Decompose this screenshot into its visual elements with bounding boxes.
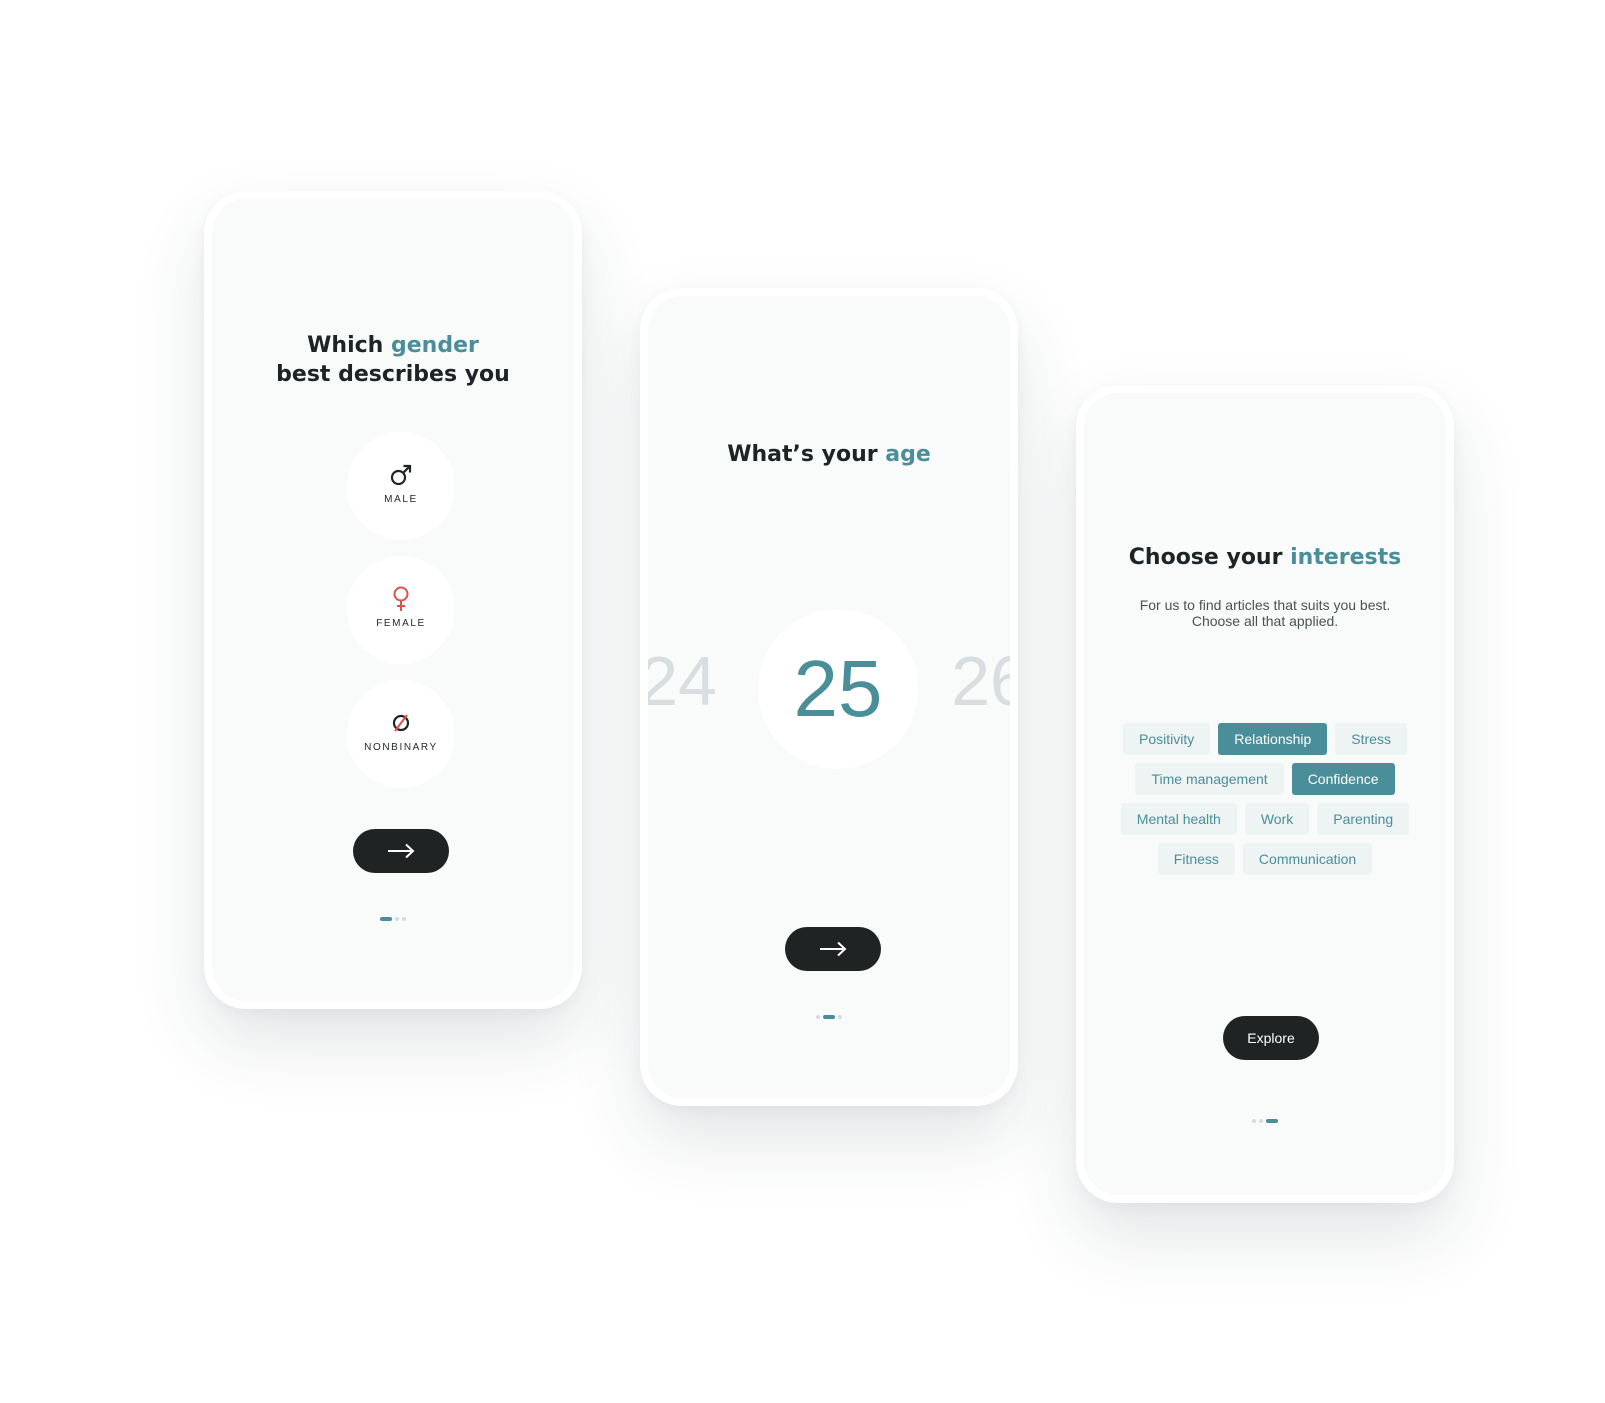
pagination-dot (395, 917, 399, 921)
age-next[interactable]: 26 (930, 641, 1010, 721)
interest-chip-positivity[interactable]: Positivity (1123, 723, 1211, 755)
interest-chip-relationship[interactable]: Relationship (1218, 723, 1328, 755)
gender-option-male[interactable]: MALE (347, 432, 455, 540)
gender-option-label: NONBINARY (364, 742, 438, 753)
interest-chips: Positivity Relationship Stress Time mana… (1114, 723, 1416, 875)
interests-subtitle-line2: Choose all that applied. (1191, 613, 1339, 629)
pagination-dot-active (1266, 1119, 1278, 1123)
pagination-dot (838, 1015, 842, 1019)
age-title-accent: age (885, 442, 931, 467)
gender-option-female[interactable]: FEMALE (347, 556, 455, 664)
pagination-dots (212, 917, 574, 921)
pagination-dots (648, 1015, 1010, 1019)
next-button[interactable] (785, 927, 881, 971)
interest-chip-parenting[interactable]: Parenting (1317, 803, 1410, 835)
nonbinary-icon (347, 710, 455, 736)
pagination-dot (1252, 1119, 1256, 1123)
pagination-dot (402, 917, 406, 921)
male-icon (347, 462, 455, 488)
age-selected-circle[interactable]: 25 (758, 609, 918, 769)
interest-chip-mental-health[interactable]: Mental health (1120, 803, 1237, 835)
gender-title-line2: best describes you (276, 362, 510, 387)
interests-subtitle: For us to find articles that suits you b… (1104, 597, 1426, 629)
gender-option-label: MALE (384, 494, 418, 505)
interests-title-prefix: Choose your (1128, 545, 1291, 570)
arrow-right-icon (820, 941, 847, 957)
gender-option-label: FEMALE (376, 618, 426, 629)
gender-screen-phone: Which gender best describes you MALE FEM… (204, 191, 582, 1009)
arrow-right-icon (388, 843, 415, 859)
female-icon (347, 586, 455, 612)
pagination-dot (1259, 1119, 1263, 1123)
age-screen-phone: What’s your age 24 25 26 (640, 288, 1018, 1106)
age-title-prefix: What’s your (727, 442, 886, 467)
next-button[interactable] (353, 829, 449, 873)
interests-screen-phone: Choose your interests For us to find art… (1076, 385, 1454, 1203)
age-title: What’s your age (648, 440, 1010, 469)
pagination-dot-active (823, 1015, 835, 1019)
interests-subtitle-line1: For us to find articles that suits you b… (1139, 597, 1391, 613)
interest-chip-stress[interactable]: Stress (1335, 723, 1407, 755)
gender-title-prefix: Which (307, 333, 391, 358)
pagination-dots (1084, 1119, 1446, 1123)
age-previous[interactable]: 24 (648, 641, 738, 721)
age-current: 25 (793, 644, 883, 733)
interest-chip-fitness[interactable]: Fitness (1157, 843, 1235, 875)
pagination-dot (816, 1015, 820, 1019)
interests-title: Choose your interests (1084, 543, 1446, 572)
interest-chip-time-management[interactable]: Time management (1135, 763, 1284, 795)
interest-chip-confidence[interactable]: Confidence (1291, 763, 1395, 795)
interest-chip-work[interactable]: Work (1244, 803, 1310, 835)
interest-chip-communication[interactable]: Communication (1242, 843, 1373, 875)
gender-title-accent: gender (390, 333, 479, 358)
gender-title: Which gender best describes you (212, 331, 574, 389)
explore-button[interactable]: Explore (1223, 1016, 1319, 1060)
interests-title-accent: interests (1290, 545, 1402, 570)
gender-option-nonbinary[interactable]: NONBINARY (347, 680, 455, 788)
pagination-dot-active (380, 917, 392, 921)
